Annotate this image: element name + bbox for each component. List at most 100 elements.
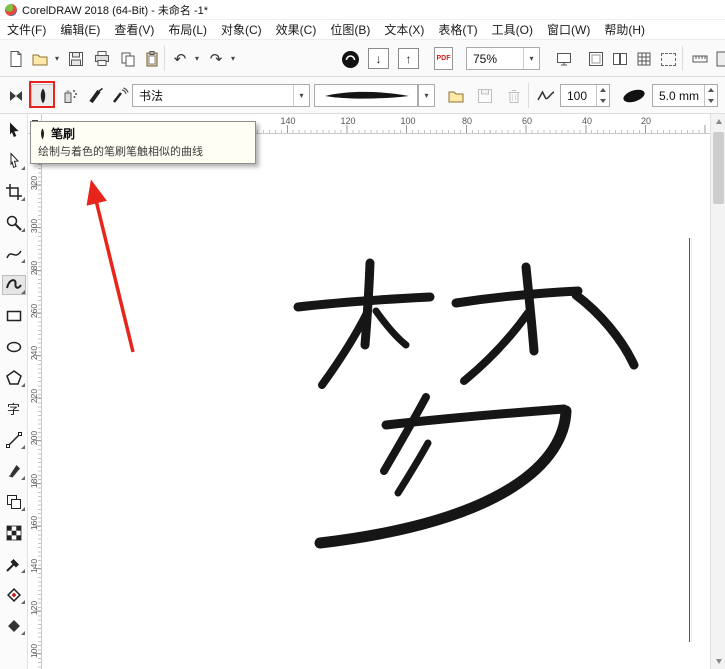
- page-right-edge: [689, 238, 690, 642]
- eyedropper-tool[interactable]: [3, 555, 25, 573]
- save-button[interactable]: [64, 47, 88, 71]
- brush-category-caret[interactable]: ▾: [293, 85, 309, 106]
- parallel-dimension-tool[interactable]: [3, 431, 25, 449]
- show-rulers-button[interactable]: [688, 47, 712, 71]
- ellipse-icon: [5, 338, 23, 356]
- publish-to-pdf-button[interactable]: PDF: [434, 47, 453, 70]
- scrollbar-thumb[interactable]: [713, 132, 724, 204]
- brush-category-select[interactable]: 书法 ▾: [132, 84, 310, 107]
- nib-shape-preview[interactable]: [618, 84, 650, 108]
- pdf-icon: PDF: [437, 55, 451, 62]
- menu-text[interactable]: 文本(X): [377, 19, 431, 40]
- freehand-tool[interactable]: [3, 245, 25, 263]
- scroll-down-icon: [716, 659, 722, 664]
- redo-button[interactable]: ↷: [204, 47, 228, 71]
- transparency-tool[interactable]: [3, 524, 25, 542]
- paste-button[interactable]: [140, 47, 164, 71]
- rectangle-tool[interactable]: [3, 307, 25, 325]
- brush-artwork-meng[interactable]: [280, 245, 660, 565]
- artistic-media-icon: [5, 276, 23, 294]
- pen-tool[interactable]: [3, 462, 25, 480]
- save-stroke-button[interactable]: [473, 84, 497, 108]
- graph-paper-tool[interactable]: [3, 493, 25, 511]
- ellipse-tool[interactable]: [3, 338, 25, 356]
- pick-tool[interactable]: [3, 121, 25, 139]
- clipped-toolbar-button[interactable]: [712, 47, 725, 71]
- menu-help[interactable]: 帮助(H): [597, 19, 652, 40]
- rectangle-icon: [5, 307, 23, 325]
- view-grid-button[interactable]: [632, 47, 656, 71]
- page-border-icon: [587, 50, 605, 68]
- search-content-button[interactable]: [338, 47, 362, 71]
- ruler-label: 160: [29, 514, 39, 532]
- menu-effects[interactable]: 效果(C): [269, 19, 324, 40]
- zoom-level-select[interactable]: 75% ▾: [466, 47, 540, 70]
- stroke-width-stepper[interactable]: [704, 85, 717, 106]
- drawing-canvas[interactable]: [42, 134, 710, 669]
- brush-stroke-caret-button[interactable]: ▾: [418, 84, 435, 107]
- copy-icon: [119, 50, 137, 68]
- snap-area-button[interactable]: [656, 47, 680, 71]
- monitor-icon: [555, 50, 573, 68]
- polygon-tool[interactable]: [3, 369, 25, 387]
- page-sorter-view-button[interactable]: [608, 47, 632, 71]
- open-button[interactable]: [28, 47, 52, 71]
- redo-dropdown-caret[interactable]: ▾: [226, 47, 240, 71]
- crop-tool[interactable]: [3, 183, 25, 201]
- menu-edit[interactable]: 编辑(E): [53, 19, 107, 40]
- import-button[interactable]: ↓: [368, 48, 389, 69]
- browse-strokes-button[interactable]: [444, 84, 468, 108]
- ruler-label: 60: [522, 116, 532, 126]
- brush-stroke-select[interactable]: [314, 84, 418, 107]
- smoothing-input[interactable]: 100: [560, 84, 610, 107]
- text-tool[interactable]: 字: [3, 400, 25, 418]
- undo-button[interactable]: ↶: [168, 47, 192, 71]
- menu-view[interactable]: 查看(V): [107, 19, 161, 40]
- new-document-button[interactable]: [4, 47, 28, 71]
- window-title: CorelDRAW 2018 (64-Bit) - 未命名 -1*: [22, 2, 208, 18]
- copy-button[interactable]: [116, 47, 140, 71]
- ruler-label: 280: [29, 259, 39, 277]
- show-page-border-button[interactable]: [584, 47, 608, 71]
- menu-object[interactable]: 对象(C): [214, 19, 269, 40]
- smoothing-stepper[interactable]: [596, 85, 609, 106]
- artistic-media-tool[interactable]: [3, 276, 25, 294]
- menu-tools[interactable]: 工具(O): [485, 19, 540, 40]
- outline-pen-tool[interactable]: [3, 586, 25, 604]
- print-button[interactable]: [90, 47, 114, 71]
- menu-table[interactable]: 表格(T): [431, 19, 484, 40]
- pressure-mode-button[interactable]: [108, 84, 132, 108]
- separator: [164, 46, 165, 71]
- menu-bitmaps[interactable]: 位图(B): [323, 19, 377, 40]
- property-bar: 书法 ▾ ▾ 100 5.0 mm: [0, 77, 725, 114]
- export-arrow-icon: ↑: [406, 52, 412, 66]
- pick-cursor-icon: [5, 121, 23, 139]
- launcher-circle-icon: [341, 50, 360, 69]
- full-screen-preview-button[interactable]: [552, 47, 576, 71]
- menu-file[interactable]: 文件(F): [0, 19, 53, 40]
- undo-dropdown-caret[interactable]: ▾: [190, 47, 204, 71]
- menu-bar: 文件(F) 编辑(E) 查看(V) 布局(L) 对象(C) 效果(C) 位图(B…: [0, 20, 725, 40]
- vertical-scrollbar[interactable]: [710, 114, 725, 669]
- coreldraw-window: CorelDRAW 2018 (64-Bit) - 未命名 -1* 文件(F) …: [0, 0, 725, 669]
- brush-mode-button[interactable]: [31, 84, 55, 108]
- export-button[interactable]: ↑: [398, 48, 419, 69]
- brush-stroke-preview-icon: [319, 87, 415, 105]
- zoom-caret[interactable]: ▾: [523, 48, 539, 69]
- scroll-down-button[interactable]: [711, 654, 725, 669]
- shape-tool[interactable]: [3, 152, 25, 170]
- interactive-fill-tool[interactable]: [3, 617, 25, 635]
- separator: [682, 46, 683, 71]
- vertical-ruler[interactable]: 320 300 280 260 240 220 200 180 160 140 …: [28, 134, 42, 669]
- stroke-width-input[interactable]: 5.0 mm: [652, 84, 718, 107]
- open-dropdown-caret[interactable]: ▾: [50, 47, 64, 71]
- delete-stroke-button[interactable]: [502, 84, 526, 108]
- menu-layout[interactable]: 布局(L): [161, 19, 214, 40]
- zoom-tool[interactable]: [3, 214, 25, 232]
- preset-mode-button[interactable]: [4, 84, 28, 108]
- scroll-up-button[interactable]: [711, 114, 725, 129]
- sprayer-mode-button[interactable]: [58, 84, 82, 108]
- calligraphic-mode-button[interactable]: [84, 84, 108, 108]
- ruler-label: 180: [29, 472, 39, 490]
- menu-window[interactable]: 窗口(W): [540, 19, 597, 40]
